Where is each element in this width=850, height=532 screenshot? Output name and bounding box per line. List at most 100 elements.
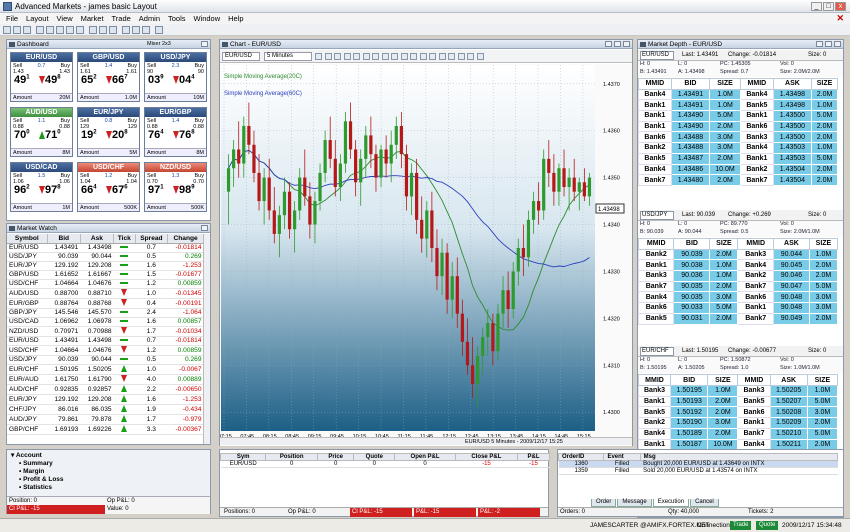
close-button[interactable]: x [835, 2, 846, 11]
tile-sell-big[interactable]: 764 [148, 129, 164, 141]
positions-icon[interactable] [89, 26, 97, 34]
tile-buy[interactable]: Buy 90 [195, 63, 204, 75]
panel-close-icon[interactable] [201, 225, 208, 231]
table-row[interactable]: USD/CHF 1.04664 1.04676 1.2 0.00859 [7, 345, 204, 356]
orders-tab[interactable]: Cancel [690, 499, 719, 507]
depth-column-header[interactable]: ASK [772, 238, 810, 250]
fib-icon[interactable] [467, 53, 474, 60]
tile-amount[interactable]: Amount 10M [145, 93, 206, 101]
depth-row[interactable]: Bank6 1.43488 3.0M Bank3 1.43500 2.0M [638, 131, 838, 144]
depth-row[interactable]: Bank2 1.43488 3.0M Bank4 1.43503 1.0M [638, 142, 838, 154]
tile-buy-big[interactable]: 044 [179, 74, 195, 86]
column-header[interactable]: Spread [135, 234, 169, 244]
tile-buy[interactable]: Buy 129 [128, 118, 137, 130]
table-row[interactable]: EUR/USD 1.43491 1.43498 0.7 -0.01814 [7, 336, 204, 346]
tile-amount[interactable]: Amount 1M [11, 203, 72, 211]
depth-row[interactable]: Bank4 1.50189 2.0M Bank7 1.50210 5.0M [638, 427, 839, 440]
tile-sell-big[interactable]: 652 [81, 74, 97, 86]
account-tree-item[interactable]: • Margin [11, 468, 64, 476]
panel-close-icon[interactable] [623, 41, 630, 47]
table-row[interactable]: USD/CHF 1.04664 1.04676 1.2 0.00859 [7, 279, 204, 289]
text-icon[interactable] [372, 53, 379, 60]
zoom-out-icon[interactable] [400, 53, 408, 60]
depth-row[interactable]: Bank5 1.43487 2.0M Bank1 1.43503 5.0M [638, 152, 838, 165]
table-row[interactable]: EUR/USD 1.43491 1.43498 0.7 -0.01814 [7, 243, 204, 253]
depth-row[interactable]: Bank1 90.038 1.0M Bank4 90.045 2.0M [638, 259, 839, 272]
depth-row[interactable]: Bank1 1.43490 2.0M Bank6 1.43500 2.0M [638, 120, 838, 133]
tile-amount[interactable]: Amount 500K [145, 203, 206, 211]
tile-sell-big[interactable]: 664 [81, 184, 97, 196]
pencil-icon[interactable] [476, 53, 484, 60]
tile-buy-big[interactable]: 710 [45, 129, 61, 141]
dashboard-icon[interactable] [36, 26, 44, 34]
orders-column-header[interactable]: OrderID [557, 453, 605, 461]
depth-row[interactable]: Bank1 1.43490 5.0M Bank1 1.43500 5.0M [638, 110, 838, 122]
tile-buy-big[interactable]: 498 [45, 74, 61, 86]
dashboard-mode-select[interactable]: Mixer 2x3 [147, 40, 171, 49]
orders-tab[interactable]: Execution [652, 499, 690, 507]
table-row[interactable]: AUD/USD 0.88700 0.88710 1.0 -0.01345 [7, 288, 204, 299]
orders-tab[interactable]: Order [591, 499, 617, 507]
depth-column-header[interactable]: MMID [638, 238, 675, 250]
panel-close-icon[interactable] [834, 41, 841, 47]
depth-row[interactable]: Bank6 90.033 5.0M Bank1 90.048 3.0M [638, 302, 839, 314]
tile-buy-big[interactable]: 667 [112, 74, 128, 86]
quote-tile[interactable]: EUR/GBP Sell 0.88 1.4 Buy 0.88 764 768 Amount 8M [144, 107, 207, 157]
order-icon[interactable] [76, 26, 84, 34]
crosshair-icon[interactable] [324, 53, 332, 60]
quote-tile[interactable]: AUD/USD Sell 0.88 1.1 Buy 0.88 700 710 Amount 8M [10, 107, 73, 157]
depth-row[interactable]: Bank5 1.50192 2.0M Bank6 1.50208 3.0M [638, 406, 839, 419]
depth-column-header[interactable]: BID [670, 78, 711, 90]
depth-symbol-select[interactable]: EUR/CHF [640, 347, 674, 357]
depth-column-header[interactable]: SIZE [707, 374, 739, 387]
settings-icon[interactable] [448, 53, 455, 60]
depth-row[interactable]: Bank4 90.035 3.0M Bank6 90.048 3.0M [638, 291, 839, 304]
table-row[interactable]: GBP/CHF 1.69193 1.69226 3.3 -0.00367 [7, 424, 204, 435]
depth-column-header[interactable]: SIZE [811, 78, 838, 90]
quote-tile[interactable]: USD/JPY Sell 90 2.3 Buy 90 039 044 Amount 10M [144, 52, 207, 102]
tile-amount[interactable]: Amount 20M [11, 93, 72, 101]
chart-icon[interactable] [56, 26, 64, 34]
column-header[interactable]: Ask [80, 234, 115, 244]
depth-row[interactable]: Bank4 1.43486 10.0M Bank2 1.43504 2.0M [638, 163, 838, 176]
tile-sell-big[interactable]: 700 [14, 129, 30, 141]
depth-column-header[interactable]: SIZE [709, 238, 739, 250]
positions-column-header[interactable]: Sym [219, 453, 267, 461]
depth-column-header[interactable]: MMID [638, 374, 672, 387]
depth-row[interactable]: Bank3 1.50195 1.0M Bank3 1.50205 1.0M [638, 385, 839, 397]
depth-row[interactable]: Bank7 90.035 2.0M Bank7 90.047 5.0M [638, 280, 839, 293]
column-header[interactable]: Symbol [7, 234, 48, 244]
quote-tile[interactable]: USD/CAD Sell 1.06 1.5 Buy 1.06 962 978 Amount 1M [10, 162, 73, 212]
table-row[interactable]: NZD/USD 0.70971 0.70988 1.7 -0.01034 [7, 326, 204, 337]
eraser-icon[interactable] [438, 53, 446, 60]
menu-trade[interactable]: Trade [111, 13, 130, 24]
menu-help[interactable]: Help [228, 13, 243, 24]
table-row[interactable]: CHF/JPY 86.016 86.035 1.9 -0.434 [7, 404, 204, 415]
cursor-icon[interactable] [315, 53, 322, 60]
depth-column-header[interactable]: SIZE [709, 78, 741, 90]
account-tree-item[interactable]: • Statistics [11, 484, 64, 492]
minimize-button[interactable]: _ [811, 2, 822, 11]
account-tree-item[interactable]: • Profit & Loss [11, 476, 64, 484]
tile-sell-big[interactable]: 491 [14, 74, 30, 86]
panel-maximize-icon[interactable] [825, 41, 832, 47]
depth-icon[interactable] [66, 26, 74, 34]
positions-column-header[interactable]: Close P&L [454, 453, 519, 461]
line-icon[interactable] [334, 53, 341, 60]
table-row[interactable]: EUR/AUD 1.61750 1.61790 4.0 0.00889 [7, 374, 204, 385]
depth-column-header[interactable]: SIZE [808, 238, 839, 250]
quote-tile[interactable]: EUR/USD Sell 1.43 0.7 Buy 1.43 491 498 Amount 20M [10, 52, 73, 102]
tile-sell-big[interactable]: 962 [14, 184, 30, 196]
save-icon[interactable] [23, 26, 31, 34]
tile-amount[interactable]: Amount 500K [78, 203, 139, 211]
depth-column-header[interactable]: BID [673, 238, 711, 250]
news-icon[interactable] [109, 26, 117, 34]
positions-column-header[interactable]: P&L [517, 453, 550, 461]
menu-view[interactable]: View [57, 13, 73, 24]
quote-tile[interactable]: USD/CHF Sell 1.04 1.2 Buy 1.04 664 676 Amount 500… [77, 162, 140, 212]
help-icon[interactable] [155, 26, 163, 34]
depth-column-header[interactable]: MMID [737, 374, 771, 387]
tile-buy-big[interactable]: 208 [112, 129, 128, 141]
new-icon[interactable] [3, 26, 11, 34]
panel-minimize-icon[interactable] [605, 41, 612, 47]
